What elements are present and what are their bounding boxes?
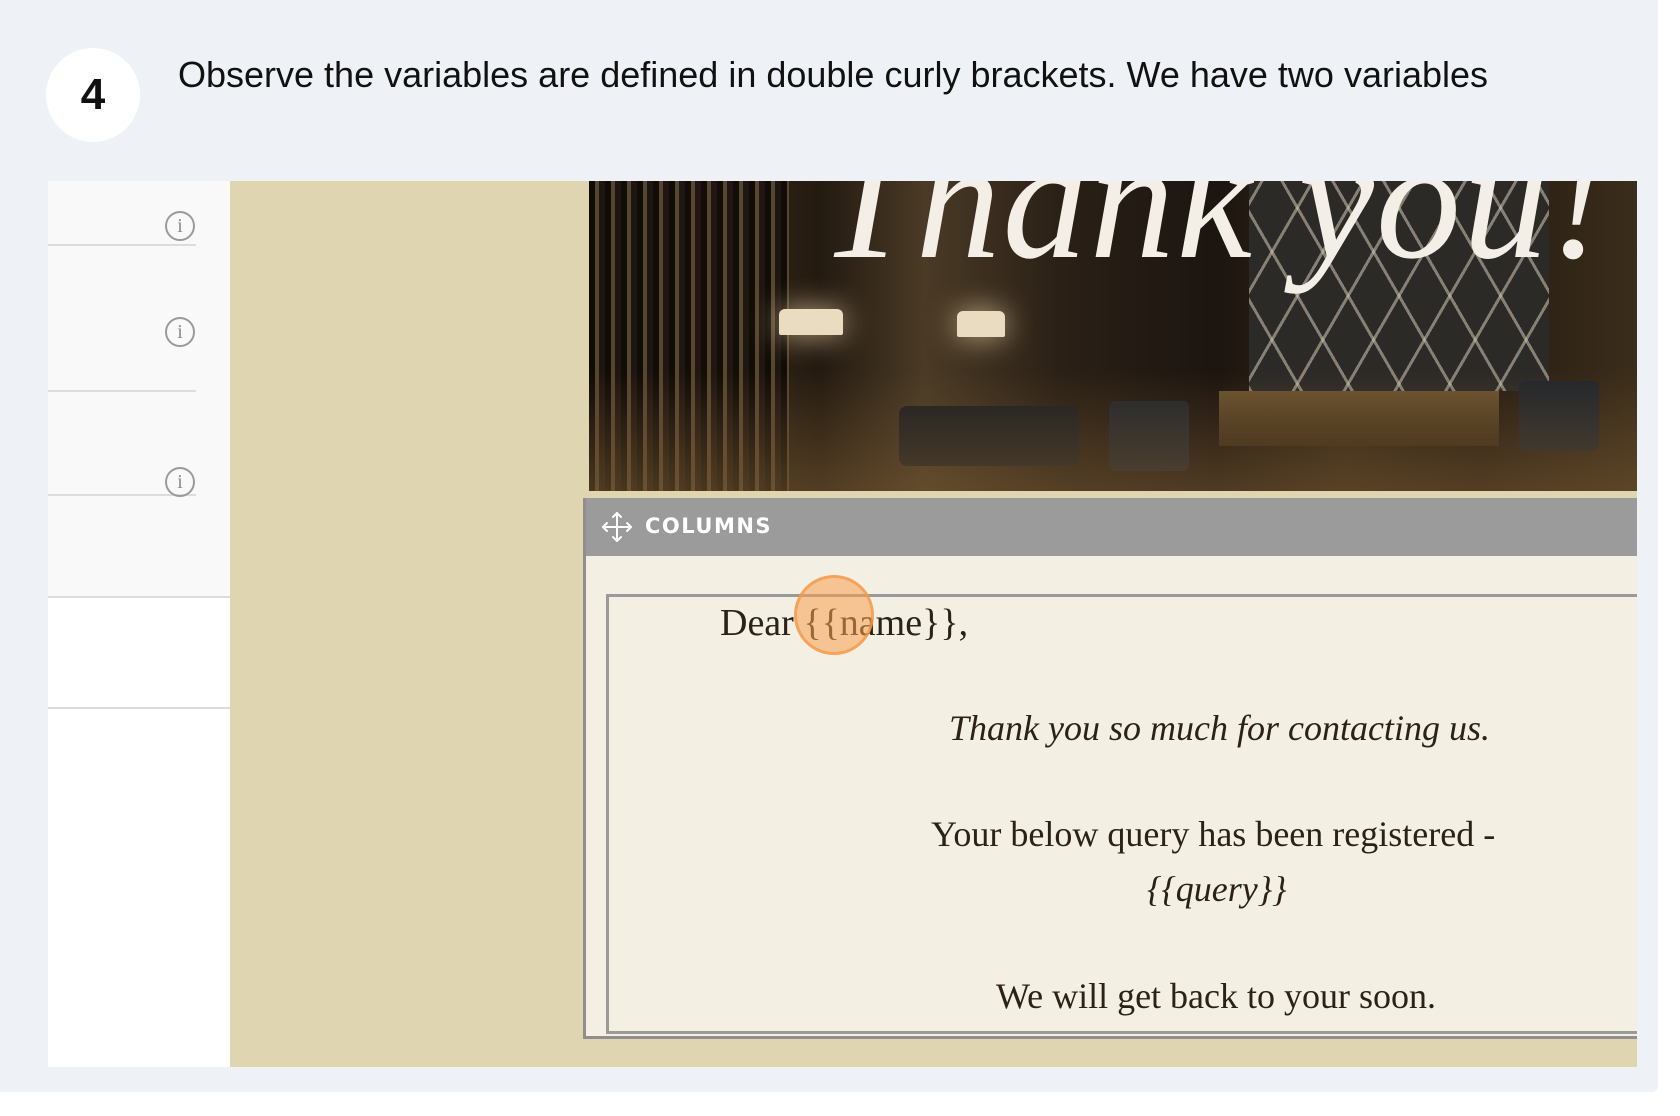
info-icon[interactable]: i xyxy=(165,317,195,347)
step-instruction: Observe the variables are defined in dou… xyxy=(178,54,1489,95)
closing-line[interactable]: We will get back to your soon. xyxy=(996,975,1436,1017)
thanks-line[interactable]: Thank you so much for contacting us. xyxy=(949,707,1490,749)
columns-block[interactable]: COLUMNS Dear {{name}}, Thank you so much… xyxy=(583,498,1637,1039)
columns-label: COLUMNS xyxy=(645,514,773,538)
info-icon[interactable]: i xyxy=(165,211,195,241)
hero-title: Thank you! xyxy=(819,181,1609,294)
click-highlight-marker xyxy=(794,575,874,655)
hero-banner-image[interactable]: Thank you! xyxy=(589,181,1637,491)
section-divider xyxy=(48,707,230,709)
info-icon[interactable]: i xyxy=(165,467,195,497)
query-variable[interactable]: {{query}} xyxy=(1147,868,1287,910)
settings-side-panel: i i i xyxy=(48,181,230,1067)
query-line[interactable]: Your below query has been registered - xyxy=(931,813,1495,855)
letter-content-box[interactable]: Dear {{name}}, Thank you so much for con… xyxy=(606,594,1637,1034)
move-icon[interactable] xyxy=(600,510,634,544)
columns-toolbar[interactable]: COLUMNS xyxy=(586,498,1637,556)
section-divider xyxy=(48,596,230,598)
field-divider xyxy=(48,390,196,392)
tutorial-step-card: 4 Observe the variables are defined in d… xyxy=(0,0,1658,1092)
field-divider xyxy=(48,244,196,246)
step-number-badge: 4 xyxy=(46,48,140,142)
